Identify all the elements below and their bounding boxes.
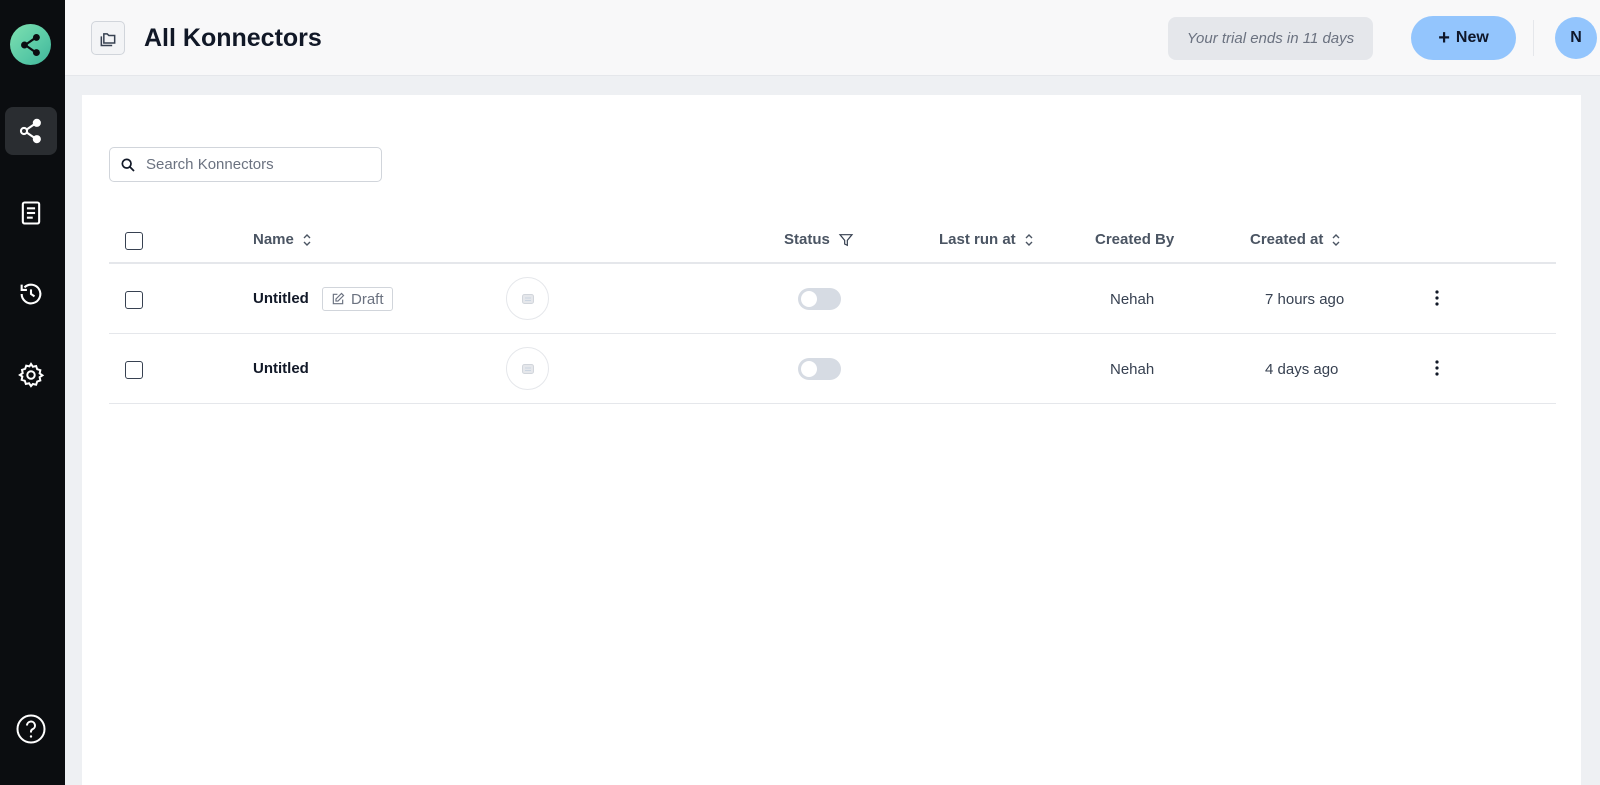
more-actions-button[interactable] xyxy=(1427,286,1447,310)
status-toggle[interactable] xyxy=(798,288,841,310)
table-header: Name Status Last run at Created By Creat… xyxy=(109,217,1556,264)
history-icon xyxy=(20,283,42,305)
sort-icon xyxy=(1332,233,1340,246)
header-divider xyxy=(1533,20,1534,56)
column-name-label: Name xyxy=(253,231,294,248)
column-last-run-label: Last run at xyxy=(939,231,1016,248)
row-checkbox[interactable] xyxy=(125,361,143,379)
app-placeholder-icon xyxy=(506,347,549,390)
plus-icon: + xyxy=(1438,27,1450,49)
created-by: Nehah xyxy=(1110,361,1155,378)
sort-icon xyxy=(303,233,311,246)
sidebar-item-logs[interactable] xyxy=(5,189,57,237)
column-header-created-by: Created By xyxy=(1095,231,1174,248)
column-header-name[interactable]: Name xyxy=(253,231,312,248)
column-created-by-label: Created By xyxy=(1095,231,1175,248)
sidebar-item-history[interactable] xyxy=(5,270,57,318)
folder-icon xyxy=(100,33,116,47)
created-at: 7 hours ago xyxy=(1265,291,1345,308)
trial-banner: Your trial ends in 11 days xyxy=(1168,17,1373,60)
draft-label: Draft xyxy=(351,290,384,308)
edit-icon xyxy=(332,292,345,305)
app-icon xyxy=(521,363,534,374)
share-logo-icon xyxy=(20,33,40,56)
created-at: 4 days ago xyxy=(1265,361,1339,378)
more-vertical-icon xyxy=(1435,360,1439,376)
search-box[interactable] xyxy=(109,147,382,182)
column-header-last-run[interactable]: Last run at xyxy=(939,231,1034,248)
sidebar-item-settings[interactable] xyxy=(5,351,57,399)
konnector-name[interactable]: Untitled xyxy=(253,360,309,377)
app-placeholder-icon xyxy=(506,277,549,320)
main-panel: Name Status Last run at Created By Creat… xyxy=(82,95,1581,785)
column-header-created-at[interactable]: Created at xyxy=(1250,231,1341,248)
new-button-label: New xyxy=(1455,29,1489,46)
sidebar xyxy=(0,0,65,785)
gear-icon xyxy=(18,362,45,388)
document-icon xyxy=(21,201,41,225)
help-icon[interactable] xyxy=(15,713,47,745)
konnectors-table: Name Status Last run at Created By Creat… xyxy=(109,217,1556,404)
column-created-at-label: Created at xyxy=(1250,231,1324,248)
table-row[interactable]: Untitled Draft Nehah 7 hours ago xyxy=(109,264,1556,334)
table-row[interactable]: Untitled Nehah 4 days ago xyxy=(109,334,1556,404)
avatar[interactable]: N xyxy=(1555,17,1597,59)
share-icon xyxy=(19,118,41,144)
folders-button[interactable] xyxy=(91,21,125,55)
page-title: All Konnectors xyxy=(144,24,322,52)
sort-icon xyxy=(1025,233,1033,246)
search-input[interactable] xyxy=(146,156,366,173)
draft-badge[interactable]: Draft xyxy=(322,287,393,311)
sidebar-item-konnectors[interactable] xyxy=(5,107,57,155)
app-logo[interactable] xyxy=(10,24,51,65)
column-header-status[interactable]: Status xyxy=(784,231,854,248)
column-status-label: Status xyxy=(784,231,830,248)
filter-icon xyxy=(838,233,854,246)
new-konnector-button[interactable]: + New xyxy=(1411,16,1516,60)
more-vertical-icon xyxy=(1435,290,1439,306)
top-header: All Konnectors Your trial ends in 11 day… xyxy=(65,0,1600,76)
created-by: Nehah xyxy=(1110,291,1155,308)
app-icon xyxy=(521,293,534,304)
konnector-name[interactable]: Untitled xyxy=(253,290,309,307)
row-checkbox[interactable] xyxy=(125,291,143,309)
select-all-checkbox[interactable] xyxy=(125,232,143,250)
more-actions-button[interactable] xyxy=(1427,356,1447,380)
search-icon xyxy=(121,157,135,172)
status-toggle[interactable] xyxy=(798,358,841,380)
